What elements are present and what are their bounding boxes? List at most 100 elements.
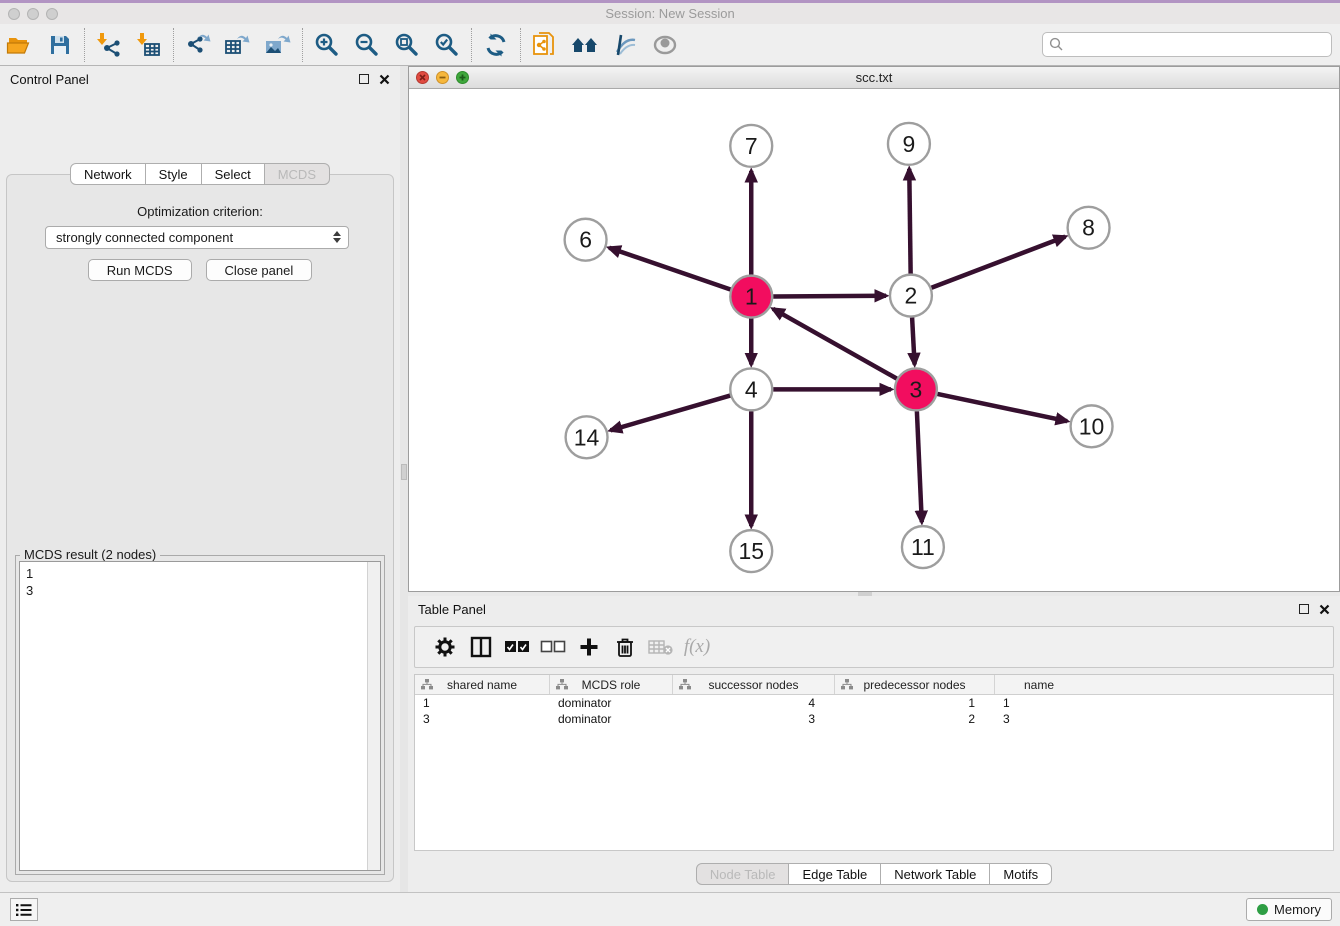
cell-mcds-role[interactable]: dominator <box>550 696 673 710</box>
apply-layout-button[interactable] <box>476 27 516 63</box>
export-table-button[interactable] <box>218 27 258 63</box>
column-header-name[interactable]: name <box>995 675 1083 694</box>
graph-node-1[interactable]: 1 <box>730 276 772 318</box>
memory-button[interactable]: Memory <box>1246 898 1332 921</box>
cell-mcds-role[interactable]: dominator <box>550 712 673 726</box>
close-panel-icon[interactable] <box>1319 604 1330 615</box>
splitter-handle[interactable] <box>401 464 407 480</box>
duplicate-network-button[interactable] <box>525 27 565 63</box>
tab-network-table[interactable]: Network Table <box>881 863 990 885</box>
float-panel-icon[interactable] <box>1299 604 1309 614</box>
edge-2-3[interactable] <box>912 318 914 365</box>
add-column-button[interactable] <box>571 632 607 662</box>
table-row[interactable]: 3 dominator 3 2 3 <box>415 711 1333 727</box>
cell-name[interactable]: 3 <box>995 712 1083 726</box>
first-neighbors-button[interactable] <box>565 27 605 63</box>
export-image-button[interactable] <box>258 27 298 63</box>
network-window-titlebar[interactable]: scc.txt <box>409 67 1339 89</box>
delete-table-button[interactable] <box>643 632 679 662</box>
vertical-splitter[interactable] <box>400 66 408 892</box>
tab-style[interactable]: Style <box>146 163 202 185</box>
edge-2-9[interactable] <box>909 169 910 274</box>
export-table-icon <box>224 32 252 58</box>
task-history-button[interactable] <box>10 898 38 921</box>
show-all-button[interactable] <box>645 27 685 63</box>
mcds-result-line: 1 <box>26 565 374 582</box>
cell-shared-name[interactable]: 1 <box>415 696 550 710</box>
hierarchy-icon <box>556 679 568 690</box>
tab-mcds[interactable]: MCDS <box>265 163 330 185</box>
zoom-selected-button[interactable] <box>427 27 467 63</box>
node-table[interactable]: shared name MCDS role successor nodes <box>414 674 1334 851</box>
function-builder-button[interactable]: f(x) <box>679 632 715 662</box>
edge-3-1[interactable] <box>773 309 897 379</box>
tab-select[interactable]: Select <box>202 163 265 185</box>
edge-1-6[interactable] <box>609 248 730 290</box>
cell-shared-name[interactable]: 3 <box>415 712 550 726</box>
zoom-out-button[interactable] <box>347 27 387 63</box>
cell-name[interactable]: 1 <box>995 696 1083 710</box>
toolbar-separator <box>173 28 174 62</box>
tab-network[interactable]: Network <box>70 163 146 185</box>
edge-4-14[interactable] <box>611 396 731 431</box>
cell-predecessor-nodes[interactable]: 2 <box>835 712 995 726</box>
table-settings-button[interactable] <box>427 632 463 662</box>
network-graph[interactable]: 7 9 6 8 1 2 4 3 14 10 15 11 <box>409 89 1339 591</box>
graph-node-9[interactable]: 9 <box>888 123 930 165</box>
import-network-button[interactable] <box>89 27 129 63</box>
cell-predecessor-nodes[interactable]: 1 <box>835 696 995 710</box>
close-panel-icon[interactable] <box>379 74 390 85</box>
mcds-result-line: 3 <box>26 582 374 599</box>
plus-icon <box>579 637 599 657</box>
cell-successor-nodes[interactable]: 3 <box>673 712 835 726</box>
delete-column-button[interactable] <box>607 632 643 662</box>
graph-node-7[interactable]: 7 <box>730 125 772 167</box>
node-label: 11 <box>911 534 935 560</box>
graph-node-6[interactable]: 6 <box>565 219 607 261</box>
column-layout-button[interactable] <box>463 632 499 662</box>
graph-node-3[interactable]: 3 <box>895 368 937 410</box>
tab-motifs[interactable]: Motifs <box>990 863 1052 885</box>
result-scrollbar[interactable] <box>367 562 380 870</box>
zoom-in-button[interactable] <box>307 27 347 63</box>
houses-icon <box>570 33 600 57</box>
node-label: 7 <box>745 133 758 159</box>
deselect-all-button[interactable] <box>535 632 571 662</box>
graph-node-2[interactable]: 2 <box>890 275 932 317</box>
close-panel-button[interactable]: Close panel <box>206 259 313 281</box>
edge-1-2[interactable] <box>773 296 886 297</box>
graph-node-8[interactable]: 8 <box>1068 207 1110 249</box>
search-box[interactable] <box>1042 32 1332 57</box>
search-input[interactable] <box>1068 37 1331 52</box>
column-header-mcds-role[interactable]: MCDS role <box>550 675 673 694</box>
optimization-criterion-select[interactable]: strongly connected component <box>45 226 349 249</box>
edge-2-8[interactable] <box>931 237 1065 288</box>
graph-node-11[interactable]: 11 <box>902 526 944 568</box>
column-header-predecessor-nodes[interactable]: predecessor nodes <box>835 675 995 694</box>
mcds-result-box[interactable]: 1 3 <box>19 561 381 871</box>
import-table-button[interactable] <box>129 27 169 63</box>
save-session-button[interactable] <box>40 27 80 63</box>
cell-successor-nodes[interactable]: 4 <box>673 696 835 710</box>
table-panel-header: Table Panel <box>408 596 1340 622</box>
float-panel-icon[interactable] <box>359 74 369 84</box>
graph-node-4[interactable]: 4 <box>730 368 772 410</box>
graph-node-15[interactable]: 15 <box>730 530 772 572</box>
column-header-shared-name[interactable]: shared name <box>415 675 550 694</box>
edge-3-11[interactable] <box>917 411 922 522</box>
open-file-button[interactable] <box>0 27 40 63</box>
export-network-button[interactable] <box>178 27 218 63</box>
select-all-button[interactable] <box>499 632 535 662</box>
node-label: 1 <box>745 284 758 310</box>
column-header-successor-nodes[interactable]: successor nodes <box>673 675 835 694</box>
table-row[interactable]: 1 dominator 4 1 1 <box>415 695 1333 711</box>
network-canvas[interactable]: 7 9 6 8 1 2 4 3 14 10 15 11 <box>409 89 1339 591</box>
tab-node-table[interactable]: Node Table <box>696 863 790 885</box>
run-mcds-button[interactable]: Run MCDS <box>88 259 192 281</box>
graph-node-10[interactable]: 10 <box>1071 405 1113 447</box>
zoom-fit-button[interactable] <box>387 27 427 63</box>
hide-selected-button[interactable] <box>605 27 645 63</box>
edge-3-10[interactable] <box>937 394 1067 421</box>
graph-node-14[interactable]: 14 <box>566 416 608 458</box>
tab-edge-table[interactable]: Edge Table <box>789 863 881 885</box>
